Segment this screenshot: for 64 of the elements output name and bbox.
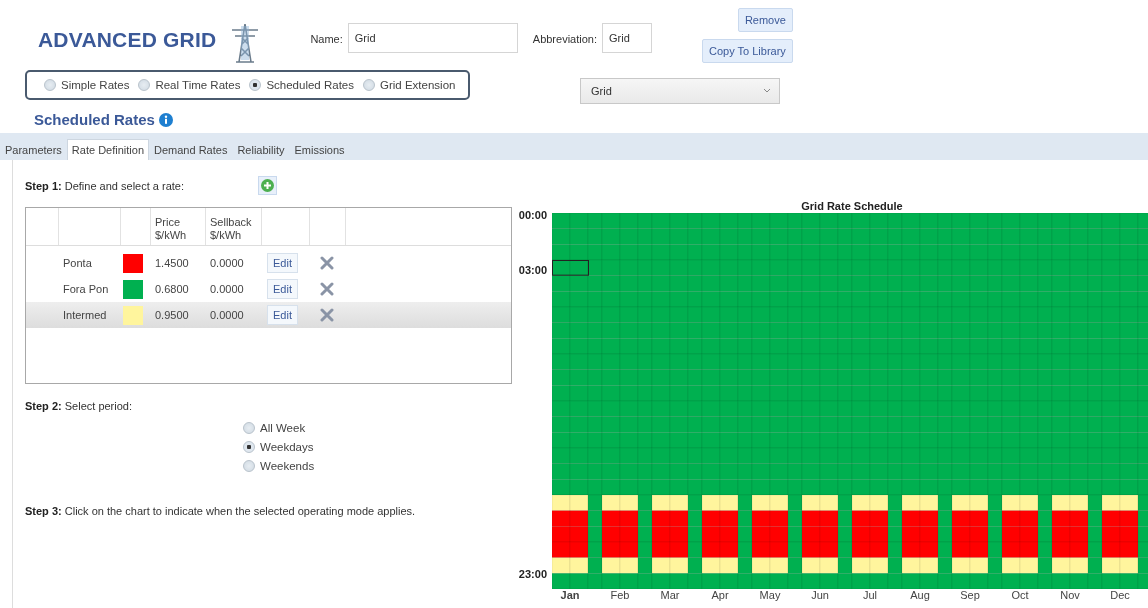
radio-option[interactable]: All Week — [243, 422, 512, 434]
edit-button[interactable]: Edit — [267, 305, 298, 325]
month-label: Jun — [810, 589, 830, 601]
chart-title: Grid Rate Schedule — [800, 200, 904, 213]
month-label: May — [758, 589, 782, 601]
tab[interactable]: Rate Definition — [66, 139, 149, 160]
month-label: Oct — [1010, 589, 1030, 601]
add-rate-button[interactable] — [258, 176, 277, 195]
delete-icon[interactable] — [320, 308, 334, 322]
rate-row[interactable]: Ponta 1.4500 0.0000 Edit — [26, 250, 511, 276]
month-label: Jul — [861, 589, 879, 601]
abbreviation-field[interactable]: Grid — [602, 23, 652, 53]
radio-option[interactable]: Real Time Rates — [138, 79, 241, 91]
radio-option[interactable]: Weekends — [243, 460, 512, 472]
sellback-cell-text: 0.0000 — [209, 257, 245, 269]
sellback-cell-text: 0.0000 — [209, 309, 245, 321]
library-dropdown[interactable]: Grid — [580, 78, 780, 104]
rate-name: Ponta — [62, 257, 93, 269]
month-label: Mar — [659, 589, 681, 601]
hour-label: 00:00 — [518, 209, 547, 221]
app-title: ADVANCED GRID — [38, 28, 217, 52]
month-label: Feb — [609, 589, 631, 601]
month-label: Sep — [959, 589, 981, 601]
delete-icon[interactable] — [320, 256, 334, 270]
sellback-cell-text: 0.0000 — [209, 283, 245, 295]
month-label: Dec — [1109, 589, 1131, 601]
tab[interactable]: Reliability — [232, 139, 290, 160]
column-header: Price $/kWh — [155, 216, 187, 242]
rate-name: Fora Pon — [62, 283, 110, 295]
section-title: Scheduled Rates — [34, 111, 155, 128]
copy-to-library-button[interactable]: Copy To Library — [702, 39, 793, 63]
column-header: Sellback $/kWh — [210, 216, 252, 242]
radio-option[interactable]: Weekdays — [243, 441, 512, 453]
month-label: Apr — [710, 589, 730, 601]
edit-button[interactable]: Edit — [267, 279, 298, 299]
tab[interactable]: Demand Rates — [149, 139, 233, 160]
delete-icon[interactable] — [320, 282, 334, 296]
name-label: Name: — [310, 33, 343, 45]
step-instruction: Step 2: Select period: — [25, 400, 132, 412]
radio-option[interactable]: Grid Extension — [363, 79, 456, 91]
price-cell-text: 1.4500 — [154, 257, 190, 269]
rate-row[interactable]: Fora Pon 0.6800 0.0000 Edit — [26, 276, 511, 302]
step-instruction: Step 3: Click on the chart to indicate when the selected operating mode applies. — [25, 505, 416, 517]
chevron-down-icon — [763, 88, 771, 94]
edit-button[interactable]: Edit — [267, 253, 298, 273]
name-field[interactable]: Grid — [347, 23, 518, 53]
remove-button[interactable]: Remove — [737, 8, 793, 32]
hour-label: 23:00 — [518, 568, 547, 581]
abbreviation-label: Abbreviation: — [532, 33, 597, 45]
price-cell-text: 0.6800 — [154, 283, 190, 295]
rate-name: Intermed — [62, 309, 108, 321]
tab[interactable]: Emissions — [289, 139, 350, 160]
month-label: Jan — [559, 589, 581, 601]
tab[interactable]: Parameters — [0, 139, 67, 160]
price-cell-text: 0.9500 — [154, 309, 190, 321]
month-label: Aug — [909, 589, 931, 601]
radio-option[interactable]: Simple Rates — [44, 79, 130, 91]
info-icon[interactable] — [158, 112, 173, 127]
month-label: Nov — [1059, 589, 1081, 601]
power-tower-icon — [230, 22, 261, 64]
rate-row[interactable]: Intermed 0.9500 0.0000 Edit — [26, 302, 511, 328]
step-instruction: Step 1: Define and select a rate: — [25, 179, 184, 192]
hour-label: 03:00 — [518, 264, 547, 276]
radio-option[interactable]: Scheduled Rates — [249, 79, 354, 91]
